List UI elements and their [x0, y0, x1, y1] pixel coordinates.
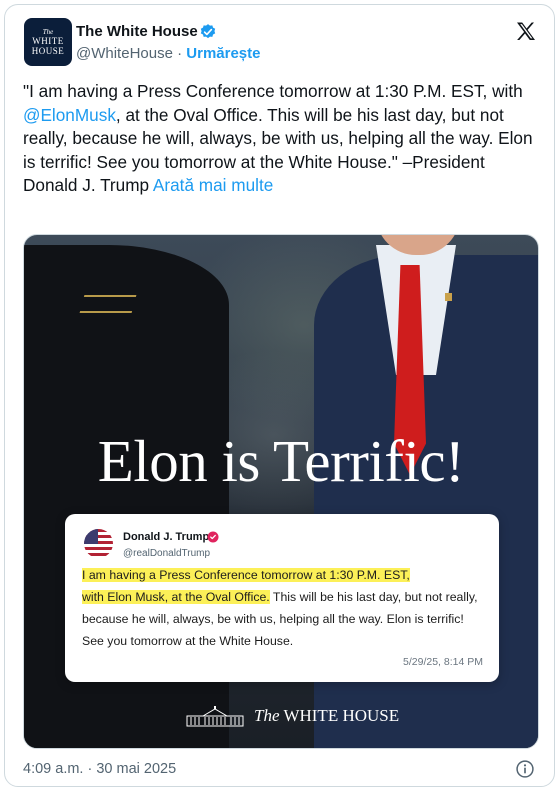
embedded-handle: @realDonaldTrump	[123, 548, 211, 559]
tweet-text: "I am having a Press Conference tomorrow…	[23, 80, 543, 198]
avatar-text-white: WHITE	[32, 35, 64, 46]
white-house-building-icon	[186, 706, 244, 727]
follow-button[interactable]: Urmărește	[186, 45, 260, 62]
handle-separator: ·	[177, 45, 183, 62]
flag-pin-icon	[445, 293, 452, 301]
embedded-post-card: Donald J. Trump @realDonaldTrump I am ha…	[65, 514, 499, 682]
highlighted-text-1: I am having a Press Conference tomorrow …	[82, 568, 410, 582]
embedded-text: I am having a Press Conference tomorrow …	[82, 564, 484, 652]
handle-row: @WhiteHouse · Urmărește	[76, 45, 261, 62]
account-avatar[interactable]: The WHITE HOUSE	[24, 18, 72, 66]
highlighted-text-2: with Elon Musk, at the Oval Office.	[82, 590, 270, 604]
account-name[interactable]: The White House	[76, 23, 198, 40]
wordmark-the: The	[254, 706, 280, 725]
verified-badge-icon	[200, 24, 216, 39]
tweet-timestamp[interactable]: 4:09 a.m. · 30 mai 2025	[23, 761, 176, 777]
white-house-wordmark: The WHITE HOUSE	[254, 706, 399, 726]
avatar-text-house: HOUSE	[31, 45, 65, 56]
tweet-card: The WHITE HOUSE The White House @WhiteHo…	[4, 4, 555, 787]
show-more-link[interactable]: Arată mai multe	[153, 175, 273, 195]
info-icon[interactable]	[515, 759, 535, 779]
x-logo-icon[interactable]	[514, 20, 538, 44]
avatar-text-the: The	[42, 27, 54, 36]
media-headline: Elon is Terrific!	[97, 428, 465, 494]
tweet-media-image[interactable]: Elon is Terrific! Donald J. Trump @realD…	[23, 234, 539, 749]
embedded-name: Donald J. Trump	[123, 531, 210, 543]
account-handle[interactable]: @WhiteHouse	[76, 45, 173, 62]
mention-link[interactable]: @ElonMusk	[23, 105, 116, 125]
tweet-text-part1: "I am having a Press Conference tomorrow…	[23, 81, 523, 101]
wordmark-name: WHITE HOUSE	[283, 706, 400, 725]
shirt-logo-graphic	[79, 295, 137, 313]
embedded-timestamp: 5/29/25, 8:14 PM	[403, 656, 483, 668]
embedded-avatar	[84, 529, 113, 558]
verified-badge-icon	[207, 531, 219, 543]
